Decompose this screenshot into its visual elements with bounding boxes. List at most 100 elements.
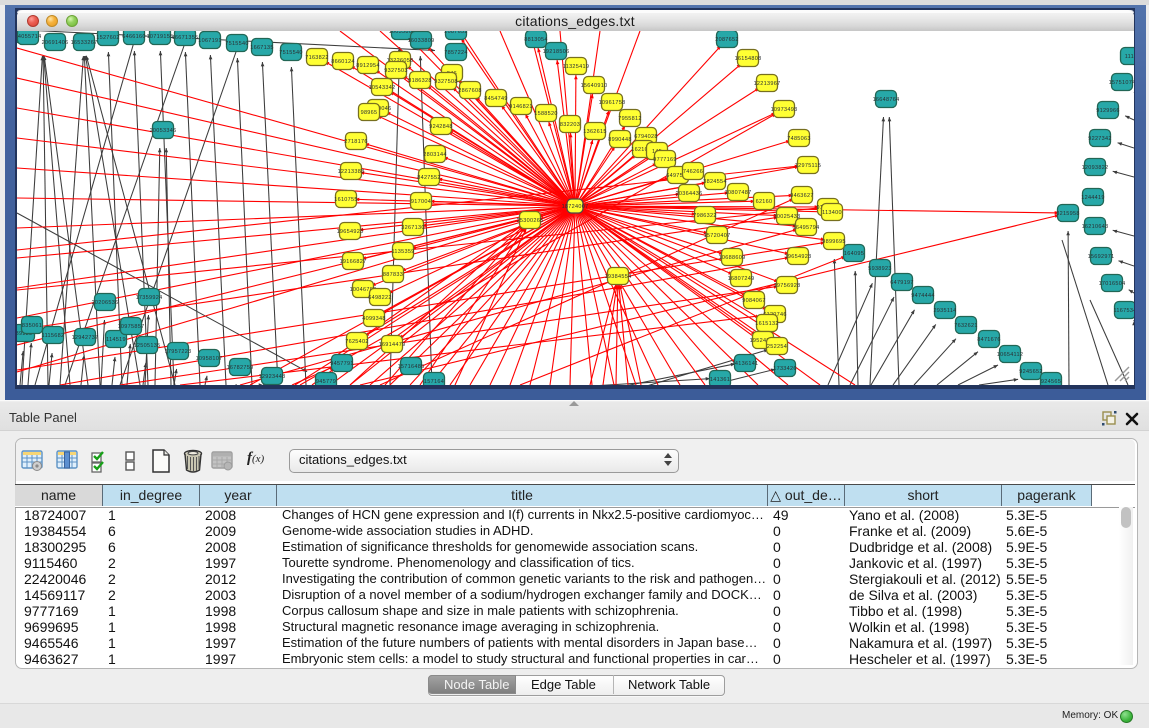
svg-text:9899695: 9899695 — [822, 239, 846, 245]
svg-text:17957223: 17957223 — [165, 349, 192, 355]
svg-text:9146821: 9146821 — [509, 104, 533, 110]
svg-text:8186328: 8186328 — [408, 78, 432, 84]
svg-text:10807487: 10807487 — [725, 190, 752, 196]
svg-text:12923448: 12923448 — [259, 374, 286, 380]
svg-text:15720407: 15720407 — [704, 233, 731, 239]
svg-text:7625402: 7625402 — [345, 339, 369, 345]
svg-text:2867608: 2867608 — [458, 88, 482, 94]
svg-text:10654112: 10654112 — [997, 352, 1023, 358]
svg-text:7515540: 7515540 — [225, 41, 249, 47]
svg-text:10975857: 10975857 — [118, 324, 145, 330]
svg-text:1167534: 1167534 — [1113, 308, 1134, 314]
svg-text:14055714: 14055714 — [17, 34, 41, 40]
svg-text:15640910: 15640910 — [581, 83, 608, 89]
svg-text:2718176: 2718176 — [344, 139, 368, 145]
svg-text:10958107: 10958107 — [196, 356, 223, 362]
svg-text:9242848: 9242848 — [429, 124, 453, 130]
svg-text:16671355: 16671355 — [172, 35, 199, 41]
svg-text:1588520: 1588520 — [534, 111, 558, 117]
svg-text:9474444: 9474444 — [911, 293, 935, 299]
svg-text:4099348: 4099348 — [362, 316, 386, 322]
svg-text:17016504: 17016504 — [1099, 281, 1126, 287]
svg-text:19654923: 19654923 — [785, 254, 812, 260]
svg-text:114519: 114519 — [106, 337, 126, 343]
svg-text:7857224: 7857224 — [444, 50, 468, 56]
svg-text:12213383: 12213383 — [338, 169, 365, 175]
svg-text:19654923: 19654923 — [337, 229, 364, 235]
svg-text:1610755: 1610755 — [334, 197, 358, 203]
svg-text:7485063: 7485063 — [787, 136, 811, 142]
svg-text:1112: 1112 — [1125, 54, 1134, 60]
svg-text:20053346: 20053346 — [150, 128, 177, 134]
svg-text:10961758: 10961758 — [599, 100, 626, 106]
svg-text:9227342: 9227342 — [1088, 136, 1112, 142]
svg-text:9327503: 9327503 — [384, 68, 408, 74]
svg-text:6498222: 6498222 — [368, 295, 392, 301]
svg-text:8912954: 8912954 — [356, 63, 380, 69]
svg-text:887833: 887833 — [383, 272, 403, 278]
svg-text:1067191: 1067191 — [198, 38, 222, 44]
svg-text:2087652: 2087652 — [715, 37, 739, 43]
svg-text:2935114: 2935114 — [933, 308, 956, 314]
svg-text:19218506: 19218506 — [543, 49, 570, 55]
svg-text:98965: 98965 — [361, 110, 378, 116]
svg-text:6794028: 6794028 — [634, 134, 658, 140]
svg-text:3824554: 3824554 — [703, 179, 727, 185]
svg-text:16495794: 16495794 — [793, 225, 820, 231]
svg-text:14136141: 14136141 — [732, 361, 759, 367]
svg-text:20364436: 20364436 — [676, 191, 703, 197]
svg-text:252254: 252254 — [767, 344, 787, 350]
svg-text:157164: 157164 — [424, 379, 444, 385]
svg-text:8813054: 8813054 — [524, 37, 548, 43]
svg-text:9777169: 9777169 — [653, 157, 677, 163]
svg-text:19384554: 19384554 — [605, 274, 632, 280]
svg-text:3267130: 3267130 — [401, 225, 425, 231]
svg-text:9457791: 9457791 — [330, 361, 354, 367]
svg-text:10025433: 10025433 — [774, 214, 801, 220]
svg-text:8427552: 8427552 — [417, 175, 441, 181]
svg-text:62160: 62160 — [756, 199, 773, 205]
svg-text:15751074: 15751074 — [1109, 80, 1134, 86]
svg-text:12975115: 12975115 — [795, 163, 821, 169]
svg-text:8454749: 8454749 — [484, 96, 508, 102]
svg-text:1115682: 1115682 — [42, 333, 65, 339]
svg-text:10973493: 10973493 — [771, 107, 798, 113]
svg-text:12093822: 12093822 — [1082, 165, 1109, 171]
svg-text:19166827: 19166827 — [340, 259, 367, 265]
svg-text:141361: 141361 — [710, 377, 730, 383]
svg-text:5938923: 5938923 — [868, 266, 892, 272]
svg-text:9245652: 9245652 — [1019, 369, 1043, 375]
svg-text:16914479: 16914479 — [379, 342, 406, 348]
svg-text:832203: 832203 — [560, 122, 580, 128]
svg-text:15692971: 15692971 — [1088, 254, 1115, 260]
svg-text:1362615: 1362615 — [583, 129, 607, 135]
svg-text:9129966: 9129966 — [1096, 108, 1120, 114]
svg-text:9463627: 9463627 — [790, 193, 814, 199]
svg-text:1527602: 1527602 — [96, 35, 120, 41]
svg-text:12213967: 12213967 — [754, 81, 781, 87]
svg-text:10719155: 10719155 — [147, 34, 174, 40]
svg-text:10688609: 10688609 — [719, 255, 746, 261]
svg-text:16648764: 16648764 — [873, 97, 900, 103]
svg-text:8990448: 8990448 — [608, 137, 632, 143]
svg-text:25300265: 25300265 — [517, 218, 544, 224]
svg-text:7515540: 7515540 — [279, 50, 303, 56]
svg-text:10543342: 10543342 — [369, 85, 396, 91]
svg-text:9084067: 9084067 — [742, 298, 766, 304]
svg-text:945779: 945779 — [316, 379, 336, 385]
svg-text:1667135: 1667135 — [250, 45, 274, 51]
svg-text:16210643: 16210643 — [1082, 224, 1109, 230]
svg-text:7986322: 7986322 — [693, 213, 717, 219]
svg-text:16033809: 16033809 — [408, 38, 435, 44]
svg-text:16782759: 16782759 — [227, 365, 254, 371]
svg-text:16154808: 16154808 — [735, 56, 762, 62]
svg-text:11325419: 11325419 — [563, 64, 589, 70]
svg-text:20691406: 20691406 — [42, 40, 69, 46]
svg-text:7163822: 7163822 — [305, 55, 329, 61]
svg-text:835061: 835061 — [22, 323, 42, 329]
svg-text:3215958: 3215958 — [1056, 211, 1080, 217]
svg-text:6479197: 6479197 — [890, 280, 914, 286]
svg-text:8660124: 8660124 — [331, 59, 355, 65]
svg-text:17359924: 17359924 — [136, 295, 163, 301]
svg-text:18724007: 18724007 — [562, 204, 589, 210]
